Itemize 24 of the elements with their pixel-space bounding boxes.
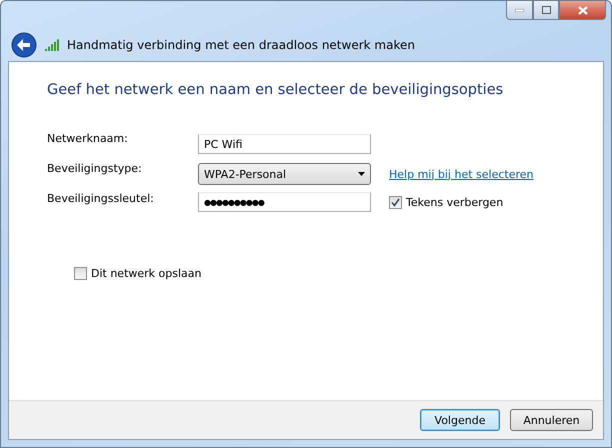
window-title: Handmatig verbinding met een draadloos netwerk maken [67,38,415,52]
field-label: Beveiligingstype: [47,161,143,175]
field-label: Netwerknaam: [47,131,129,145]
security-type-dropdown[interactable]: WPA2-Personal [198,163,371,185]
checkbox[interactable] [74,267,87,280]
dropdown-arrow-icon [358,172,365,176]
maximize-icon [542,6,550,14]
network-name-field[interactable]: PC Wifi [198,134,371,154]
minimize-button[interactable] [506,1,533,20]
checkbox[interactable] [389,196,402,208]
cancel-button[interactable]: Annuleren [510,409,593,431]
help-link[interactable]: Help mij bij het selecteren [389,168,534,180]
security-key-field[interactable]: ●●●●●●●●●● [198,192,371,212]
checkbox-label: Tekens verbergen [406,196,504,208]
close-icon [578,6,588,14]
next-button[interactable]: Volgende [420,409,500,431]
field-label: Beveiligingssleutel: [47,191,155,205]
back-button[interactable] [11,32,37,58]
signal-icon [45,39,59,51]
maximize-button[interactable] [533,1,559,20]
checkbox-label: Dit netwerk opslaan [91,267,202,280]
page-heading: Geef het netwerk een naam en selecteer de beveiligingsopties [47,82,504,98]
minimize-icon [515,8,524,12]
close-button[interactable] [559,1,606,20]
